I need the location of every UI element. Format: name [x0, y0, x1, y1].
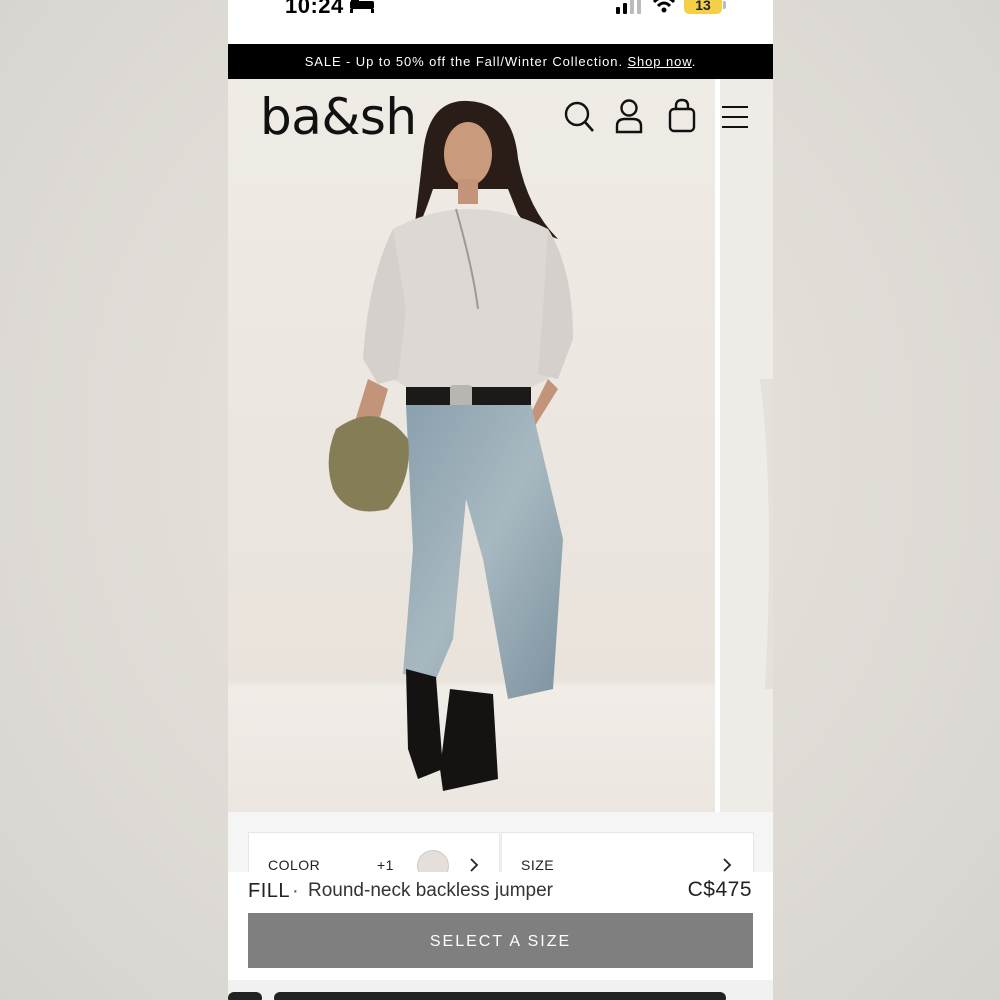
select-size-button[interactable]: SELECT A SIZE: [248, 913, 753, 968]
product-info: FILL · Round-neck backless jumper C$475: [228, 872, 773, 912]
status-time: 10:24: [285, 0, 344, 18]
promo-suffix: .: [691, 54, 697, 69]
shopping-bag-icon[interactable]: [667, 98, 697, 134]
next-product-image[interactable]: [720, 79, 773, 812]
product-image[interactable]: [228, 79, 715, 812]
account-icon[interactable]: [614, 98, 644, 134]
next-image-preview: [720, 79, 773, 812]
shop-now-link[interactable]: Shop now: [627, 54, 691, 69]
sleep-focus-icon: [350, 0, 374, 13]
promo-text: SALE - Up to 50% off the Fall/Winter Col…: [304, 54, 628, 69]
model-illustration: [228, 79, 715, 812]
search-icon[interactable]: [562, 98, 596, 134]
color-more-count: +1: [377, 857, 394, 873]
chevron-right-icon: [723, 858, 732, 872]
color-selector[interactable]: COLOR +1: [248, 832, 500, 882]
status-bar: 10:24 13: [228, 0, 773, 44]
size-label: SIZE: [521, 857, 555, 873]
bottom-bar: [228, 980, 773, 1000]
cellular-signal-icon: [616, 0, 641, 14]
product-name: FILL: [248, 880, 291, 902]
product-price: C$475: [687, 878, 752, 901]
color-label: COLOR: [268, 857, 321, 873]
promo-banner: SALE - Up to 50% off the Fall/Winter Col…: [228, 44, 773, 79]
bottom-pill-left: [228, 992, 262, 1000]
wifi-icon: [652, 0, 676, 13]
size-selector[interactable]: SIZE: [501, 832, 754, 873]
battery-indicator: 13: [684, 0, 722, 14]
phone-screen: 10:24 13 SALE - Up to 50% off the Fall/W…: [228, 0, 773, 1000]
product-description: Round-neck backless jumper: [308, 880, 554, 901]
product-separator: ·: [292, 880, 299, 902]
chevron-right-icon: [470, 858, 479, 872]
battery-tip: [723, 1, 726, 9]
bottom-pill-right: [274, 992, 726, 1000]
menu-icon[interactable]: [722, 104, 748, 130]
variant-selectors: COLOR +1 SIZE: [228, 812, 773, 882]
brand-logo[interactable]: ba&sh: [260, 88, 417, 146]
